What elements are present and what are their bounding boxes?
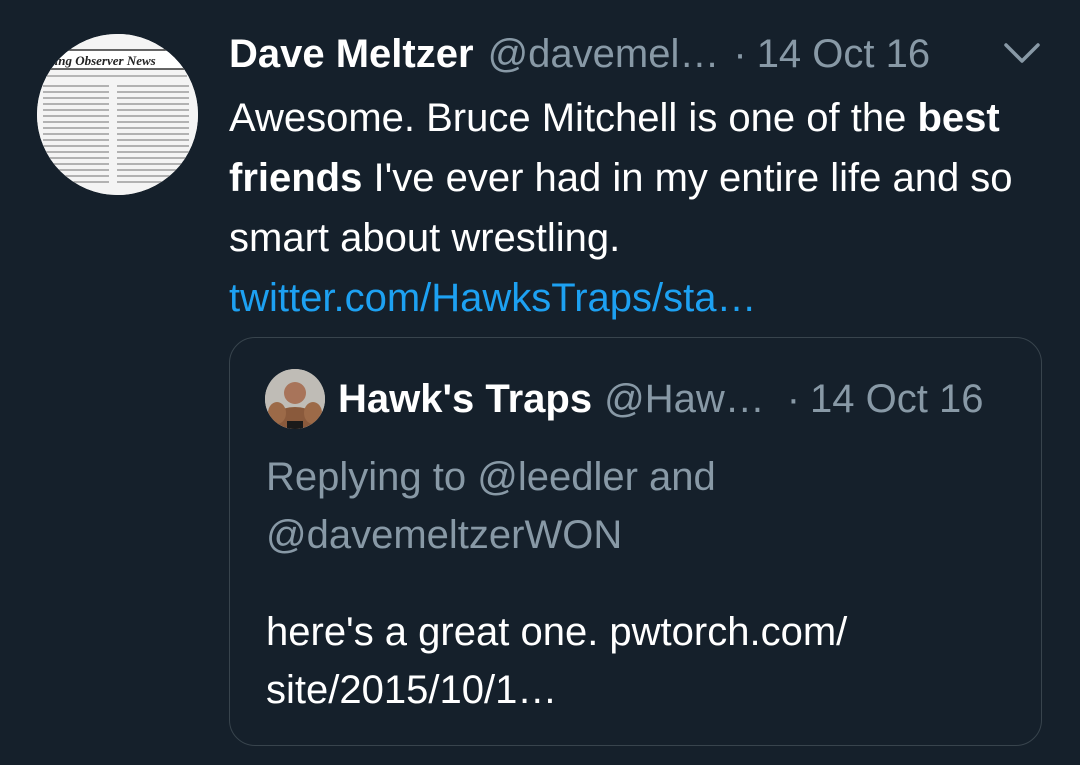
tweet-link[interactable]: twitter.com/HawksTraps/sta… [229,268,1049,328]
tweet-date[interactable]: 14 Oct 16 [757,30,930,78]
newsletter-avatar-image: ling Observer News [37,34,198,195]
replying-to-text: Replying to @leedler and @davemeltzerWON [266,448,1006,564]
author-name[interactable]: Dave Meltzer [229,30,474,78]
quoted-text-line-2: site/2015/10/1… [266,668,558,712]
quoted-text-line-1: here's a great one. pwtorch.com/ [266,610,848,654]
quoted-tweet-date[interactable]: 14 Oct 16 [810,374,983,424]
quoted-tweet-text: here's a great one. pwtorch.com/ site/20… [266,603,1006,719]
author-handle[interactable]: @davemel… [488,30,720,78]
header-separator: · [733,32,747,76]
tweet-body: Dave Meltzer @davemel… · 14 Oct 16 Aweso… [229,30,1059,328]
quoted-author-avatar[interactable] [265,369,325,429]
quoted-tweet-header: Hawk's Traps @Haw… · 14 Oct 16 [338,374,983,424]
quoted-author-handle[interactable]: @Haw… [604,374,765,424]
tweet-text-part1: Awesome. Bruce Mitchell is one of the [229,96,907,140]
quoted-tweet-card[interactable]: Hawk's Traps @Haw… · 14 Oct 16 Replying … [229,337,1042,746]
avatar-newsletter-title: ling Observer News [51,53,156,68]
quoted-author-name[interactable]: Hawk's Traps [338,374,592,424]
wrestler-avatar-image [265,369,325,429]
tweet-header: Dave Meltzer @davemel… · 14 Oct 16 [229,30,1059,78]
replying-to-line-1: Replying to @leedler and [266,455,716,499]
quoted-header-separator: · [786,377,801,421]
chevron-down-icon[interactable] [1000,38,1044,68]
replying-to-line-2: @davemeltzerWON [266,513,623,557]
tweet-text: Awesome. Bruce Mitchell is one of the be… [229,88,1049,328]
author-avatar[interactable]: ling Observer News [37,34,198,195]
